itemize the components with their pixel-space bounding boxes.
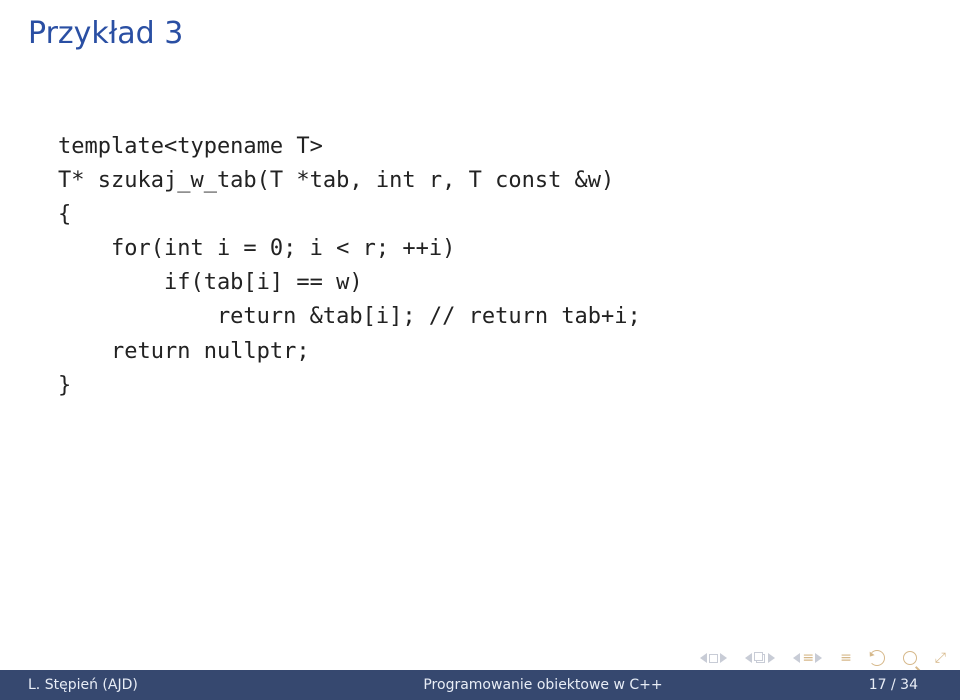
code-block: template<typename T> T* szukaj_w_tab(T *…: [58, 130, 641, 403]
slide-title: Przykład 3: [28, 16, 183, 51]
nav-frame-icon[interactable]: [709, 654, 718, 663]
nav-search-icon[interactable]: [903, 651, 917, 665]
slide-footer: L. Stępień (AJD) Programowanie obiektowe…: [0, 670, 960, 700]
footer-title: Programowanie obiektowe w C++: [288, 677, 798, 693]
nav-next-section-icon[interactable]: [815, 653, 822, 663]
nav-reload-icon[interactable]: [869, 650, 885, 666]
nav-fullscreen-icon[interactable]: ⤢: [935, 650, 946, 666]
nav-section-group: ≡: [793, 650, 822, 666]
nav-next-subsection-icon[interactable]: [768, 653, 775, 663]
nav-subsection-group: [745, 652, 775, 664]
nav-section-icon[interactable]: ≡: [802, 650, 813, 666]
nav-subsection-icon[interactable]: [754, 652, 766, 664]
nav-frame-group: [700, 653, 727, 663]
nav-next-frame-icon[interactable]: [720, 653, 727, 663]
footer-author: L. Stępień (AJD): [0, 677, 288, 693]
nav-prev-section-icon[interactable]: [793, 653, 800, 663]
nav-prev-subsection-icon[interactable]: [745, 653, 752, 663]
beamer-nav-bar: ≡ ≡ ⤢: [700, 650, 946, 666]
nav-prev-frame-icon[interactable]: [700, 653, 707, 663]
footer-page-number: 17 / 34: [798, 677, 960, 693]
nav-outline-icon[interactable]: ≡: [840, 650, 851, 666]
